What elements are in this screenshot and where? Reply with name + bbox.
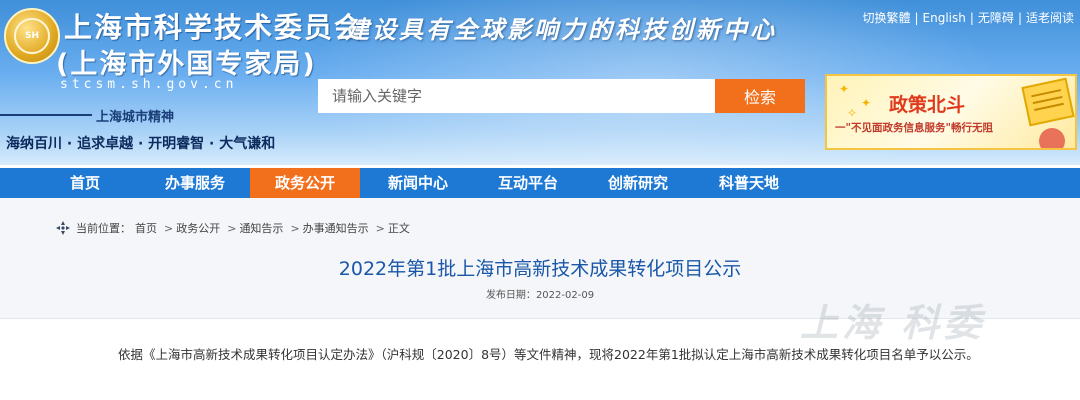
elderly-reading-link[interactable]: 适老阅读: [1026, 11, 1074, 25]
nav-item-services[interactable]: 办事服务: [140, 168, 250, 198]
breadcrumb-separator: >: [375, 221, 385, 235]
star-icon: ✧: [847, 106, 858, 120]
site-domain: stcsm.sh.gov.cn: [60, 77, 238, 92]
search-input[interactable]: [318, 79, 715, 113]
location-crosshair-icon: [56, 221, 70, 235]
breadcrumb-separator: >: [227, 221, 237, 235]
nav-item-interaction[interactable]: 互动平台: [473, 168, 583, 198]
breadcrumb-separator: >: [290, 221, 300, 235]
policy-banner[interactable]: ✦ ✦ ✧ 政策北斗 一"不见面政务信息服务"畅行无阻: [825, 74, 1077, 150]
separator: |: [914, 11, 919, 25]
site-header: SH 上海市科学技术委员会 (上海市外国专家局) stcsm.sh.gov.cn…: [0, 0, 1080, 165]
emblem-inner: SH: [14, 18, 50, 54]
banner-title: 政策北斗: [889, 94, 966, 116]
nav-item-government-affairs[interactable]: 政务公开: [250, 168, 360, 198]
publish-date-value: 2022-02-09: [535, 290, 595, 301]
emblem-text: SH: [24, 31, 39, 41]
star-icon: ✦: [839, 82, 850, 96]
switch-traditional-link[interactable]: 切换繁體: [862, 11, 910, 25]
watermark-logo: 上海 科委: [800, 300, 986, 345]
separator: |: [1017, 11, 1022, 25]
breadcrumb-separator: >: [164, 221, 174, 235]
english-link[interactable]: English: [923, 11, 966, 25]
breadcrumb-service-notices[interactable]: 办事通知告示: [303, 220, 369, 236]
city-spirit-text: 海纳百川 · 追求卓越 · 开明睿智 · 大气谦和: [6, 136, 276, 152]
org-name[interactable]: 上海市科学技术委员会: [64, 6, 364, 46]
hand-illustration-icon: [1039, 128, 1065, 148]
banner-subtitle: 一"不见面政务信息服务"畅行无阻: [835, 122, 993, 134]
nav-item-innovation[interactable]: 创新研究: [583, 168, 693, 198]
star-icon: ✦: [861, 96, 872, 110]
org-subname: (上海市外国专家局): [56, 49, 317, 80]
article-body-paragraph: 依据《上海市高新技术成果转化项目认定办法》（沪科规〔2020〕8号）等文件精神，…: [118, 347, 979, 362]
nav-item-science[interactable]: 科普天地: [694, 168, 804, 198]
accessibility-link[interactable]: 无障碍: [978, 11, 1014, 25]
article-title: 2022年第1批上海市高新技术成果转化项目公示: [338, 258, 742, 280]
nav-item-home[interactable]: 首页: [30, 168, 140, 198]
search-button[interactable]: 检索: [715, 79, 805, 113]
spirit-divider: [0, 114, 92, 116]
emblem-logo[interactable]: SH: [4, 8, 60, 64]
breadcrumb-home[interactable]: 首页: [135, 220, 157, 236]
nav-item-news[interactable]: 新闻中心: [363, 168, 473, 198]
publish-date-label: 发布日期：: [485, 290, 536, 301]
header-slogan: 建设具有全球影响力的科技创新中心: [345, 15, 777, 44]
breadcrumb: 当前位置： 首页 > 政务公开 > 通知告示 > 办事通知告示 > 正文: [56, 220, 414, 236]
breadcrumb-current: 正文: [387, 222, 410, 235]
breadcrumb-notices[interactable]: 通知告示: [239, 220, 283, 236]
breadcrumb-label: 当前位置：: [76, 222, 131, 235]
main-nav: 首页 办事服务 政务公开 新闻中心 互动平台 创新研究 科普天地: [0, 168, 1080, 198]
separator: |: [969, 11, 974, 25]
city-spirit-label: 上海城市精神: [96, 110, 175, 125]
top-links: 切换繁體 | English | 无障碍 | 适老阅读: [862, 9, 1074, 26]
breadcrumb-government-affairs[interactable]: 政务公开: [176, 220, 220, 236]
